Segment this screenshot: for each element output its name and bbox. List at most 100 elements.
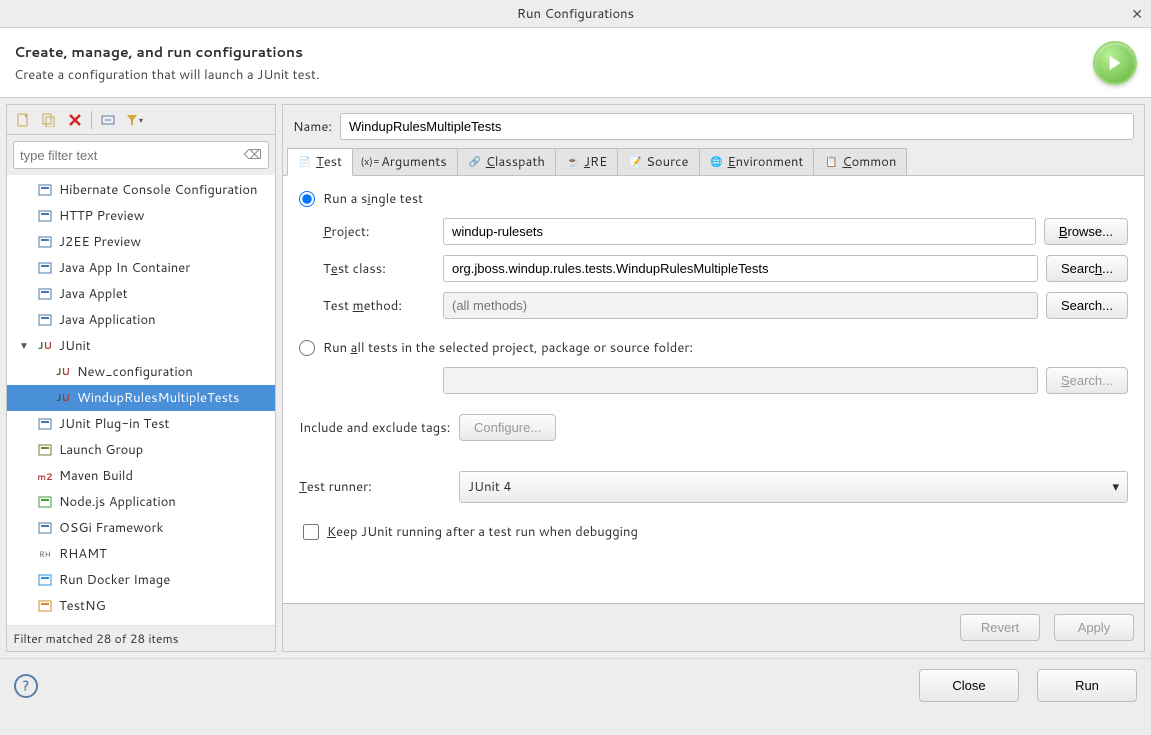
- tab-label: Environment: [728, 153, 804, 171]
- radio-single-label: Run a single test: [323, 190, 423, 208]
- tree-item-j2ee-preview[interactable]: J2EE Preview: [7, 229, 275, 255]
- clear-filter-icon[interactable]: ⌫: [244, 146, 262, 164]
- java-icon: [37, 260, 53, 276]
- all-tests-input: [443, 367, 1038, 394]
- revert-button[interactable]: Revert: [960, 614, 1040, 641]
- project-input[interactable]: [443, 218, 1036, 245]
- runner-label: Test runner:: [299, 478, 459, 496]
- tree-item-http-preview[interactable]: HTTP Preview: [7, 203, 275, 229]
- tree-item-launch-group[interactable]: Launch Group: [7, 437, 275, 463]
- node-icon: [37, 494, 53, 510]
- tree-item-node-js-application[interactable]: Node.js Application: [7, 489, 275, 515]
- tree-item-hibernate-console-configuration[interactable]: Hibernate Console Configuration: [7, 177, 275, 203]
- tree-item-label: JUnit Plug-in Test: [59, 415, 169, 433]
- delete-icon[interactable]: [65, 110, 85, 130]
- name-label: Name:: [293, 118, 332, 136]
- docker-icon: [37, 572, 53, 588]
- config-icon: [37, 182, 53, 198]
- expand-arrow-icon[interactable]: ▼: [19, 339, 31, 353]
- tags-label: Include and exclude tags:: [299, 419, 459, 437]
- filter-box[interactable]: ⌫: [13, 141, 269, 169]
- header-subtitle: Create a configuration that will launch …: [14, 66, 320, 84]
- java-app-icon: [37, 312, 53, 328]
- tree-item-label: Java Applet: [59, 285, 128, 303]
- help-icon[interactable]: ?: [14, 674, 38, 698]
- maven-icon: m2: [37, 468, 53, 484]
- filter-input[interactable]: [20, 148, 244, 163]
- right-pane: Name: 📄Test(x)=Arguments🔗Classpath ☕ JRE 📝 S…: [282, 104, 1145, 652]
- browse-button[interactable]: Browse...: [1044, 218, 1128, 245]
- tab-icon: 🔗: [468, 155, 482, 169]
- osgi-icon: [37, 520, 53, 536]
- tab-icon: ☕: [566, 155, 580, 169]
- tree-item-junit-plug-in-test[interactable]: JUnit Plug-in Test: [7, 411, 275, 437]
- tab-icon: 🌐: [710, 155, 724, 169]
- testclass-label: Test class:: [323, 260, 443, 278]
- left-toolbar: ▾: [7, 105, 275, 135]
- close-button[interactable]: Close: [919, 669, 1019, 702]
- applet-icon: [37, 286, 53, 302]
- search-class-button[interactable]: Search...: [1046, 255, 1128, 282]
- tree-item-label: JUnit: [59, 337, 91, 355]
- tree-item-label: New_configuration: [77, 363, 193, 381]
- rhamt-icon: RH: [37, 546, 53, 562]
- new-config-icon[interactable]: [13, 110, 33, 130]
- collapse-all-icon[interactable]: [98, 110, 118, 130]
- apply-button[interactable]: Apply: [1054, 614, 1134, 641]
- tab-icon: (x)=: [363, 155, 377, 169]
- tab-common[interactable]: 📋Common: [813, 148, 907, 175]
- radio-all-tests[interactable]: [299, 340, 315, 356]
- testng-icon: [37, 598, 53, 614]
- tree-item-label: Java App In Container: [59, 259, 190, 277]
- titlebar: Run Configurations ✕: [0, 0, 1151, 28]
- chevron-down-icon: ▾: [1112, 478, 1119, 496]
- tree-item-run-docker-image[interactable]: Run Docker Image: [7, 567, 275, 593]
- tree-item-junit[interactable]: ▼ JU JUnit: [7, 333, 275, 359]
- keep-running-checkbox[interactable]: [303, 524, 319, 540]
- tree-item-testng[interactable]: TestNG: [7, 593, 275, 619]
- project-label: Project:: [323, 223, 443, 241]
- tree-item-rhamt[interactable]: RHRHAMT: [7, 541, 275, 567]
- tab-test[interactable]: 📄Test: [287, 148, 353, 176]
- tab-label: Source: [646, 153, 688, 171]
- duplicate-icon[interactable]: [39, 110, 59, 130]
- tab-arguments[interactable]: (x)=Arguments: [352, 148, 458, 175]
- tree-item-maven-build[interactable]: m2 Maven Build: [7, 463, 275, 489]
- tab-test-content: Run a single test Project: Browse... Tes…: [283, 176, 1144, 604]
- testclass-input[interactable]: [443, 255, 1038, 282]
- junit-icon: JU: [37, 338, 53, 354]
- radio-single-test[interactable]: [299, 191, 315, 207]
- tree-item-label: Maven Build: [59, 467, 133, 485]
- name-input[interactable]: [340, 113, 1134, 140]
- tree-item-java-app-in-container[interactable]: Java App In Container: [7, 255, 275, 281]
- filter-icon[interactable]: ▾: [124, 110, 144, 130]
- tree-item-label: Node.js Application: [59, 493, 176, 511]
- tree-item-java-application[interactable]: Java Application: [7, 307, 275, 333]
- search-folder-button[interactable]: Search...: [1046, 367, 1128, 394]
- tree-item-osgi-framework[interactable]: OSGi Framework: [7, 515, 275, 541]
- tab-environment[interactable]: 🌐 Environment: [699, 148, 815, 175]
- tree-item-java-applet[interactable]: Java Applet: [7, 281, 275, 307]
- header: Create, manage, and run configurations C…: [0, 28, 1151, 98]
- close-icon[interactable]: ✕: [1131, 4, 1143, 24]
- tab-bar: 📄Test(x)=Arguments🔗Classpath ☕ JRE 📝 Source 🌐…: [283, 148, 1144, 176]
- tree-item-winduprulesmultipletests[interactable]: JUWindupRulesMultipleTests: [7, 385, 275, 411]
- tab-source[interactable]: 📝 Source: [617, 148, 699, 175]
- tree-item-label: Run Docker Image: [59, 571, 170, 589]
- runner-select[interactable]: JUnit 4 ▾: [459, 471, 1128, 503]
- tab-icon: 📝: [628, 155, 642, 169]
- run-icon: [1093, 41, 1137, 85]
- radio-all-label: Run all tests in the selected project, p…: [323, 339, 693, 357]
- testmethod-input[interactable]: [443, 292, 1038, 319]
- testmethod-label: Test method:: [323, 297, 443, 315]
- junit-plugin-icon: [37, 416, 53, 432]
- search-method-button[interactable]: Search...: [1046, 292, 1128, 319]
- tab-classpath[interactable]: 🔗Classpath: [457, 148, 556, 175]
- tab-jre[interactable]: ☕ JRE: [555, 148, 618, 175]
- tree-item-new-configuration[interactable]: JUNew_configuration: [7, 359, 275, 385]
- run-button[interactable]: Run: [1037, 669, 1137, 702]
- tree-item-label: OSGi Framework: [59, 519, 163, 537]
- tab-label: JRE: [584, 153, 607, 171]
- tab-icon: 📋: [824, 155, 838, 169]
- configure-tags-button[interactable]: Configure...: [459, 414, 556, 441]
